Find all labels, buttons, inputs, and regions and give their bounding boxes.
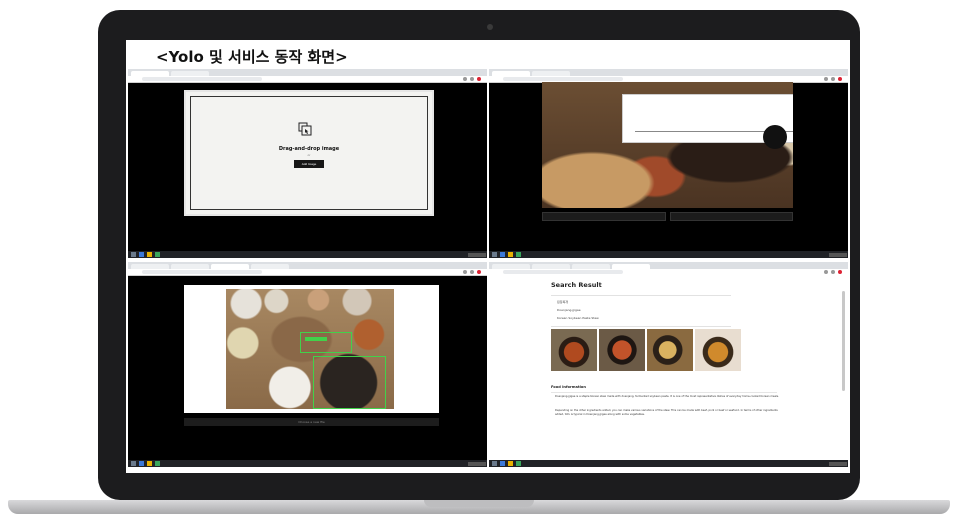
dropzone-subtext: or bbox=[307, 153, 311, 157]
start-icon[interactable] bbox=[131, 252, 136, 257]
profile-icon[interactable] bbox=[477, 270, 481, 274]
extension-icon[interactable] bbox=[463, 270, 467, 274]
food-name-korean: 된장찌개 bbox=[557, 300, 569, 304]
food-info-item: Depending on the other ingredients added… bbox=[555, 409, 778, 416]
uploaded-food-photo bbox=[542, 82, 793, 208]
image-upload-icon bbox=[298, 122, 312, 136]
upload-dropzone[interactable]: Drag-and-drop image or Add Image bbox=[184, 90, 434, 216]
extension-icon[interactable] bbox=[831, 77, 835, 81]
food-image[interactable] bbox=[599, 329, 645, 371]
profile-icon[interactable] bbox=[838, 77, 842, 81]
food-name-romanized: Doenjang-jjigae bbox=[557, 308, 581, 312]
taskbar-app-icon[interactable] bbox=[516, 461, 521, 466]
upload-window: Drag-and-drop image or Add Image bbox=[128, 69, 487, 258]
taskbar-app-icon[interactable] bbox=[155, 252, 160, 257]
taskbar-app-icon[interactable] bbox=[139, 461, 144, 466]
windows-taskbar bbox=[128, 460, 487, 467]
start-icon[interactable] bbox=[492, 252, 497, 257]
taskbar-app-icon[interactable] bbox=[147, 252, 152, 257]
extension-icon[interactable] bbox=[824, 77, 828, 81]
laptop-notch bbox=[424, 500, 534, 507]
search-result-page: Search Result 된장찌개 Doenjang-jjigae Korea… bbox=[489, 275, 848, 460]
extension-icon[interactable] bbox=[824, 270, 828, 274]
profile-icon[interactable] bbox=[477, 77, 481, 81]
food-image[interactable] bbox=[647, 329, 693, 371]
start-icon[interactable] bbox=[131, 461, 136, 466]
start-icon[interactable] bbox=[492, 461, 497, 466]
search-result-title: Search Result bbox=[551, 281, 602, 289]
taskbar-app-icon[interactable] bbox=[139, 252, 144, 257]
browser-tab-strip bbox=[489, 262, 848, 269]
scrollbar[interactable] bbox=[842, 291, 845, 391]
taskbar-app-icon[interactable] bbox=[508, 461, 513, 466]
food-information-heading: Food Information bbox=[551, 385, 586, 389]
loading-overlay bbox=[622, 94, 793, 149]
taskbar-app-icon[interactable] bbox=[500, 252, 505, 257]
extension-icon[interactable] bbox=[470, 77, 474, 81]
section-divider bbox=[551, 392, 777, 393]
taskbar-app-icon[interactable] bbox=[500, 461, 505, 466]
search-result-window: Search Result 된장찌개 Doenjang-jjigae Korea… bbox=[489, 262, 848, 467]
slide-title: <Yolo 및 서비스 동작 화면> bbox=[156, 48, 348, 66]
windows-taskbar bbox=[128, 251, 487, 258]
food-info-item: Doenjang-jjigae is a staple Korean stew … bbox=[555, 395, 779, 398]
processing-window bbox=[489, 69, 848, 258]
food-image[interactable] bbox=[551, 329, 597, 371]
browser-tab-strip bbox=[128, 69, 487, 76]
taskbar-clock bbox=[468, 461, 486, 466]
webcam-dot bbox=[487, 24, 493, 30]
address-bar[interactable] bbox=[128, 269, 487, 276]
detection-window: Choose a new file bbox=[128, 262, 487, 467]
detected-food-photo bbox=[226, 289, 394, 409]
detection-frame bbox=[184, 285, 439, 413]
food-name-box: 된장찌개 Doenjang-jjigae Korean Soybean Past… bbox=[551, 295, 731, 327]
choose-new-file-button[interactable]: Choose a new file bbox=[184, 418, 439, 426]
windows-taskbar bbox=[489, 251, 848, 258]
taskbar-app-icon[interactable] bbox=[147, 461, 152, 466]
loading-spinner bbox=[763, 125, 787, 149]
taskbar-app-icon[interactable] bbox=[155, 461, 160, 466]
url-field[interactable] bbox=[142, 270, 262, 274]
food-image[interactable] bbox=[695, 329, 741, 371]
taskbar-clock bbox=[829, 252, 847, 257]
dropzone-heading: Drag-and-drop image bbox=[278, 146, 340, 152]
url-field[interactable] bbox=[503, 77, 623, 81]
laptop-screen: <Yolo 및 서비스 동작 화면> Drag-and-drop image o… bbox=[126, 40, 850, 473]
extension-icon[interactable] bbox=[470, 270, 474, 274]
url-field[interactable] bbox=[503, 270, 623, 274]
action-button-left[interactable] bbox=[542, 212, 666, 221]
extension-icon[interactable] bbox=[463, 77, 467, 81]
add-image-button[interactable]: Add Image bbox=[294, 160, 324, 168]
detection-bounding-box bbox=[313, 356, 386, 409]
browser-tab-strip bbox=[489, 69, 848, 76]
profile-icon[interactable] bbox=[838, 270, 842, 274]
address-bar[interactable] bbox=[128, 76, 487, 83]
windows-taskbar bbox=[489, 460, 848, 467]
url-field[interactable] bbox=[142, 77, 262, 81]
taskbar-app-icon[interactable] bbox=[516, 252, 521, 257]
extension-icon[interactable] bbox=[831, 270, 835, 274]
detection-bounding-box bbox=[299, 332, 353, 354]
action-button-right[interactable] bbox=[670, 212, 793, 221]
taskbar-clock bbox=[468, 252, 486, 257]
food-name-english: Korean Soybean Paste Stew bbox=[557, 316, 599, 320]
detection-label-tag bbox=[304, 337, 327, 341]
food-image-gallery bbox=[551, 329, 741, 371]
taskbar-app-icon[interactable] bbox=[508, 252, 513, 257]
taskbar-clock bbox=[829, 461, 847, 466]
browser-tab-strip bbox=[128, 262, 487, 269]
